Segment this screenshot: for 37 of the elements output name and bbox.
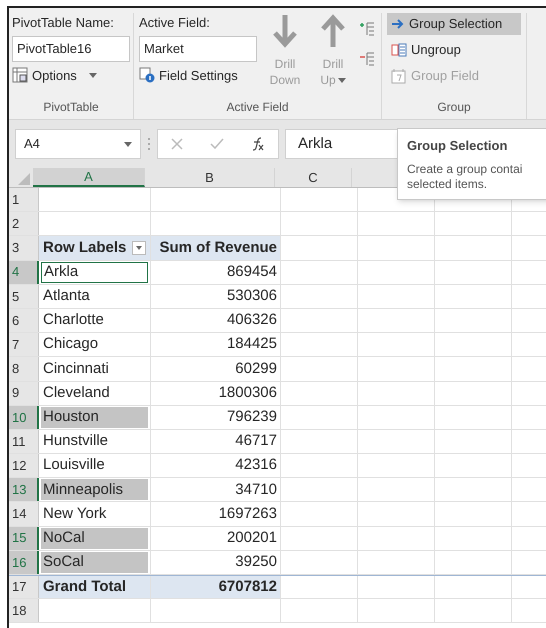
- field-label: Active Field:: [139, 14, 211, 32]
- table-cell-text: Chicago: [42, 334, 100, 354]
- table-cell-text: 34710: [235, 480, 277, 500]
- table-cell-text: 796239: [226, 407, 277, 428]
- table-cell: Minneapolis: [41, 479, 148, 500]
- table-cell: Houston: [41, 406, 148, 428]
- group-label: PivotTable: [43, 99, 99, 116]
- table-cell-text: 6707812: [218, 576, 277, 597]
- table-cell-text: Cleveland: [42, 382, 111, 403]
- table-cell-text: Cincinnati: [42, 358, 110, 379]
- group-label: Group: [437, 99, 471, 116]
- table-cell-text: 46717: [235, 431, 277, 452]
- table-cell-text: 1697263: [218, 504, 277, 524]
- table-cell-text: Charlotte: [42, 310, 105, 330]
- table-cell-text: Hunstville: [42, 431, 110, 452]
- field-label: PivotTable Name:: [12, 14, 115, 32]
- table-cell-text: New York: [42, 504, 108, 524]
- table-cell: Arkla: [41, 262, 148, 283]
- table-cell-text: 406326: [226, 310, 277, 330]
- table-cell: NoCal: [41, 528, 148, 549]
- group-label: Active Field: [226, 99, 289, 116]
- table-cell-text: Atlanta: [42, 286, 91, 306]
- table-cell-text: 1800306: [218, 382, 277, 403]
- table-cell-text: 42316: [235, 455, 277, 476]
- tooltip-title: Group Selection: [407, 137, 508, 155]
- table-cell-text: Louisville: [42, 455, 106, 476]
- table-cell: SoCal: [41, 552, 148, 573]
- table-cell-text: 200201: [226, 528, 277, 548]
- tooltip-text: Create a group contai selected items.: [407, 162, 524, 192]
- table-cell-text: Sum of Revenue: [159, 238, 277, 258]
- table-cell-text: Grand Total: [42, 576, 128, 597]
- table-cell-text: 869454: [226, 262, 277, 282]
- table-cell-text: 60299: [235, 358, 277, 379]
- table-cell-text: 39250: [235, 552, 277, 572]
- table-cell: Row Labels: [41, 237, 148, 258]
- table-cell-text: 184425: [226, 334, 277, 354]
- table-cell-text: 530306: [226, 286, 277, 306]
